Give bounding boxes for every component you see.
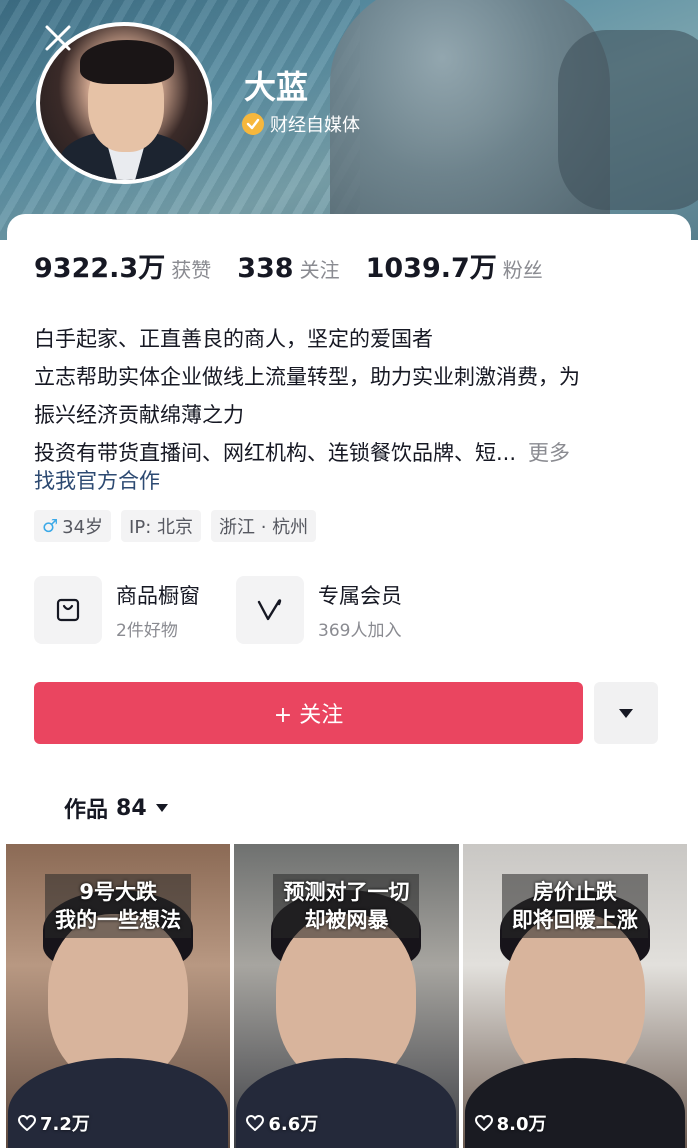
shop-window-title: 商品橱窗 <box>116 583 200 608</box>
video-grid: 9号大跌 我的一些想法 7.2万 预测对了一切 却被网暴 6.6万 房价止跌 即将回暖… <box>6 844 687 1148</box>
heart-icon <box>18 1115 36 1131</box>
video-likes: 7.2万 <box>18 1110 90 1136</box>
city-tag: 浙江 · 杭州 <box>211 510 317 542</box>
shop-window-subtitle: 2件好物 <box>116 620 178 641</box>
profile-tags: ♂ 34岁 IP: 北京 浙江 · 杭州 <box>34 510 317 542</box>
bio-more-link[interactable]: 更多 <box>528 441 570 465</box>
following-label: 关注 <box>299 258 340 282</box>
triangle-down-icon <box>619 709 633 718</box>
followers-label: 粉丝 <box>502 258 543 282</box>
works-count: 84 <box>116 795 147 821</box>
video-likes: 8.0万 <box>474 1110 547 1136</box>
membership-title: 专属会员 <box>318 583 402 608</box>
likes-count[interactable]: 9322.3万 <box>34 246 165 285</box>
likes-label: 获赞 <box>171 258 212 282</box>
ip-location-tag: IP: 北京 <box>121 510 201 542</box>
works-label: 作品 <box>64 798 109 823</box>
bio-line-text: 投资有带货直播间、网红机构、连锁餐饮品牌、短... <box>34 441 517 465</box>
verified-badge-label: 财经自媒体 <box>270 115 360 136</box>
verified-check-icon <box>242 113 264 135</box>
business-contact-link[interactable]: 找我官方合作 <box>34 464 160 498</box>
works-tab[interactable]: 作品 84 <box>64 792 169 824</box>
close-icon <box>45 25 71 51</box>
bio-line: 振兴经济贡献绵薄之力 <box>34 403 244 427</box>
video-caption: 预测对了一切 却被网暴 <box>273 874 420 938</box>
verified-badge: 财经自媒体 <box>242 111 360 137</box>
profile-page: 大蓝 财经自媒体 9322.3万 获赞 338 关注 1039.7万 粉丝 白手… <box>0 0 698 1148</box>
triangle-down-icon <box>155 804 168 812</box>
male-gender-icon: ♂ <box>42 515 59 537</box>
age-label: 34岁 <box>62 517 104 538</box>
profile-bio: 白手起家、正直善良的商人，坚定的爱国者 立志帮助实体企业做线上流量转型，助力实业… <box>34 320 674 472</box>
video-caption: 9号大跌 我的一些想法 <box>45 874 192 938</box>
profile-stats: 9322.3万 获赞 338 关注 1039.7万 粉丝 <box>34 246 569 285</box>
video-thumbnail[interactable]: 房价止跌 即将回暖上涨 8.0万 <box>462 844 687 1148</box>
video-thumbnail[interactable]: 9号大跌 我的一些想法 7.2万 <box>6 844 231 1148</box>
video-likes: 6.6万 <box>246 1110 318 1136</box>
shop-window-entry[interactable]: 商品橱窗 2件好物 <box>34 576 200 644</box>
bio-line: 立志帮助实体企业做线上流量转型，助力实业刺激消费，为 <box>34 365 580 389</box>
cover-photo-rock <box>558 30 698 210</box>
video-caption: 房价止跌 即将回暖上涨 <box>501 874 648 938</box>
bio-line: 白手起家、正直善良的商人，坚定的爱国者 <box>34 327 433 351</box>
membership-icon <box>236 576 304 644</box>
more-options-button[interactable] <box>594 682 658 744</box>
followers-count[interactable]: 1039.7万 <box>366 246 497 285</box>
close-button[interactable] <box>38 18 78 58</box>
follow-button[interactable]: + 关注 <box>34 682 583 744</box>
membership-entry[interactable]: 专属会员 369人加入 <box>236 576 402 644</box>
membership-subtitle: 369人加入 <box>318 620 402 641</box>
profile-name: 大蓝 <box>244 68 309 106</box>
heart-icon <box>246 1115 265 1131</box>
following-count[interactable]: 338 <box>237 253 293 284</box>
age-tag: ♂ 34岁 <box>34 510 112 542</box>
profile-services: 商品橱窗 2件好物 专属会员 369人加入 <box>34 576 402 644</box>
video-thumbnail[interactable]: 预测对了一切 却被网暴 6.6万 <box>234 844 459 1148</box>
shop-window-icon <box>34 576 102 644</box>
heart-icon <box>474 1115 493 1131</box>
